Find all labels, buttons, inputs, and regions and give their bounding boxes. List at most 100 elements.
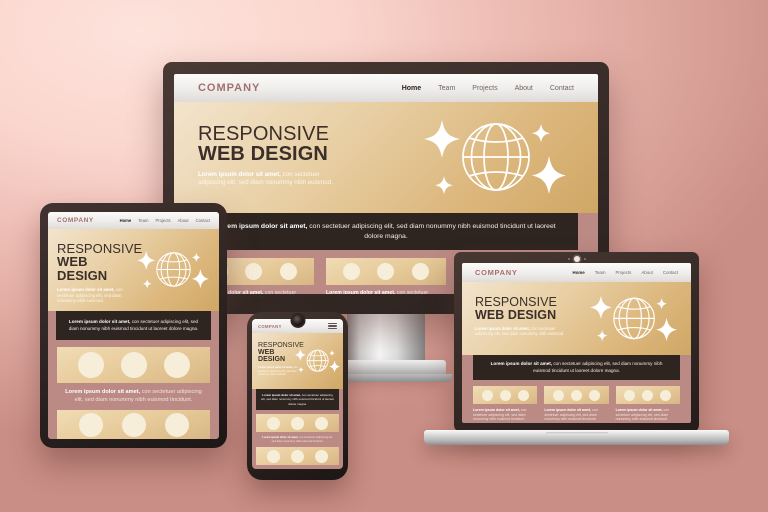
- card-dot: [163, 352, 190, 378]
- card-dot: [290, 416, 304, 430]
- highlight-band: Lorem ipsum dolor sit amet, con sectetue…: [473, 355, 680, 380]
- globe-icon: [424, 120, 566, 195]
- card-text-bold: Lorem ipsum dolor sit amet,: [615, 408, 663, 412]
- card-image: [256, 414, 339, 432]
- globe-icon: [137, 250, 209, 289]
- hamburger-menu-icon[interactable]: [328, 323, 337, 329]
- card-dot: [499, 389, 511, 401]
- card-item[interactable]: Lorem ipsum dolor sit amet, con sectetue…: [256, 414, 339, 443]
- card-dot: [552, 389, 564, 401]
- band-text-rest: con sectetuer adipiscing elit, sed diam …: [533, 361, 663, 373]
- card-list: Lorem ipsum dolor sit amet, con sectetue…: [462, 380, 691, 422]
- card-list-secondary: [252, 443, 343, 466]
- logo[interactable]: COMPANY: [57, 217, 94, 224]
- globe-icon: [589, 295, 677, 342]
- mockup-scene: COMPANY Home Team Projects About Contact…: [0, 0, 768, 512]
- card-item[interactable]: [256, 447, 339, 466]
- nav-item-about[interactable]: About: [515, 85, 533, 92]
- hero-subtitle: Lorem ipsum dolor sit amet, con sectetue…: [57, 287, 139, 304]
- card-dot: [267, 449, 281, 463]
- card-dot: [267, 416, 281, 430]
- phone-bezel: COMPANY RESPONSIVE WEB DESIGN Lorem ipsu…: [247, 312, 348, 480]
- highlight-band: Lorem ipsum dolor sit amet, con sectetue…: [256, 389, 339, 410]
- nav-item-home[interactable]: Home: [120, 218, 132, 223]
- nav-item-team[interactable]: Team: [595, 270, 606, 275]
- card-list: Lorem ipsum dolor sit amet, con sectetue…: [252, 410, 343, 443]
- card-text-bold: Lorem ipsum dolor sit amet,: [473, 408, 520, 412]
- hero-subtitle: Lorem ipsum dolor sit amet, con sectetue…: [475, 326, 567, 337]
- nav-item-projects[interactable]: Projects: [616, 270, 632, 275]
- nav-item-projects[interactable]: Projects: [472, 85, 497, 92]
- card-list: Lorem ipsum dolor sit amet, con sectetue…: [48, 340, 219, 404]
- hero-title-line1: RESPONSIVE: [57, 241, 143, 256]
- hero-subtitle: Lorem ipsum dolor sit amet, con sectetue…: [198, 171, 348, 188]
- tablet-screen: COMPANY Home Team Projects About Contact…: [48, 212, 219, 439]
- hero-subtitle-bold: Lorem ipsum dolor sit amet,: [475, 325, 530, 331]
- hamburger-line: [328, 323, 337, 325]
- tablet-bezel: COMPANY Home Team Projects About Contact…: [40, 203, 227, 448]
- band-text-bold: Lorem ipsum dolor sit amet,: [490, 361, 553, 367]
- nav-item-contact[interactable]: Contact: [550, 85, 574, 92]
- hero-section: RESPONSIVE WEB DESIGN Lorem ipsum dolor …: [48, 229, 219, 311]
- hero-title-line1: RESPONSIVE: [475, 295, 557, 309]
- nav-item-contact[interactable]: Contact: [196, 218, 210, 223]
- logo[interactable]: COMPANY: [198, 82, 260, 94]
- nav-item-contact[interactable]: Contact: [663, 270, 678, 275]
- logo[interactable]: COMPANY: [258, 324, 282, 329]
- card-dot: [589, 389, 601, 401]
- webcam-lens-icon: [573, 256, 580, 262]
- card-dot: [642, 389, 654, 401]
- globe-icon: [294, 348, 340, 373]
- hamburger-line: [328, 325, 337, 327]
- card-text: Lorem ipsum dolor sit amet, con sectetue…: [616, 408, 680, 422]
- card-text-bold: Lorem ipsum dolor sit amet,: [65, 389, 141, 395]
- band-text-bold: Lorem ipsum dolor sit amet,: [68, 319, 131, 325]
- navbar: COMPANY Home Team Projects About Contact: [462, 263, 691, 282]
- laptop: COMPANY Home Team Projects About Contact…: [424, 252, 729, 450]
- navbar: COMPANY Home Team Projects About Contact: [174, 74, 598, 102]
- nav-item-home[interactable]: Home: [573, 270, 585, 275]
- nav-item-about[interactable]: About: [641, 270, 652, 275]
- nav-item-projects[interactable]: Projects: [155, 218, 170, 223]
- band-text-bold: Lorem ipsum dolor sit amet,: [216, 222, 308, 230]
- card-item[interactable]: Lorem ipsum dolor sit amet, con sectetue…: [473, 386, 538, 422]
- card-text-bold: Lorem ipsum dolor sit amet,: [544, 408, 592, 412]
- highlight-band: Lorem ipsum dolor sit amet, con sectetue…: [194, 213, 578, 250]
- webcam-dot-right: [583, 258, 586, 260]
- hero-title-line1: RESPONSIVE: [198, 123, 330, 145]
- hero-text: RESPONSIVE WEB DESIGN Lorem ipsum dolor …: [475, 296, 567, 337]
- laptop-lid: COMPANY Home Team Projects About Contact…: [454, 252, 699, 432]
- card-item[interactable]: [57, 410, 210, 439]
- card-dot: [570, 389, 582, 401]
- logo[interactable]: COMPANY: [475, 268, 518, 277]
- nav-item-about[interactable]: About: [178, 218, 189, 223]
- card-image: [615, 386, 680, 404]
- card-dot: [78, 413, 103, 438]
- card-item[interactable]: Lorem ipsum dolor sit amet, con sectetue…: [544, 386, 609, 422]
- card-item[interactable]: Lorem ipsum dolor sit amet, con sectetue…: [615, 386, 680, 422]
- card-text: Lorem ipsum dolor sit amet, con sectetue…: [256, 436, 339, 443]
- nav-item-team[interactable]: Team: [438, 85, 455, 92]
- hero-section: RESPONSIVE WEB DESIGN Lorem ipsum dolor …: [252, 333, 343, 389]
- card-item[interactable]: Lorem ipsum dolor sit amet, con sectetue…: [57, 347, 210, 404]
- nav-item-home[interactable]: Home: [402, 85, 421, 92]
- card-image: [256, 447, 339, 466]
- card-dot: [280, 263, 298, 280]
- webcam-dot-left: [567, 258, 570, 260]
- hero-artwork: [585, 290, 677, 348]
- smartphone: COMPANY RESPONSIVE WEB DESIGN Lorem ipsu…: [247, 312, 348, 480]
- phone-camera-icon: [290, 313, 305, 328]
- band-text: Lorem ipsum dolor sit amet, con sectetue…: [210, 222, 562, 241]
- card-dot: [164, 413, 189, 438]
- card-image: [544, 386, 609, 404]
- hero-section: RESPONSIVE WEB DESIGN Lorem ipsum dolor …: [462, 282, 691, 355]
- card-dot: [290, 449, 304, 463]
- nav-item-team[interactable]: Team: [138, 218, 148, 223]
- nav-links: Home Team Projects About Contact: [120, 218, 210, 223]
- card-text: Lorem ipsum dolor sit amet, con sectetue…: [473, 408, 537, 422]
- card-text: Lorem ipsum dolor sit amet, con sectetue…: [544, 408, 608, 422]
- hero-title: RESPONSIVE WEB DESIGN: [475, 296, 567, 322]
- card-dot: [314, 449, 328, 463]
- laptop-screen: COMPANY Home Team Projects About Contact…: [462, 263, 691, 423]
- card-list-secondary: [48, 404, 219, 439]
